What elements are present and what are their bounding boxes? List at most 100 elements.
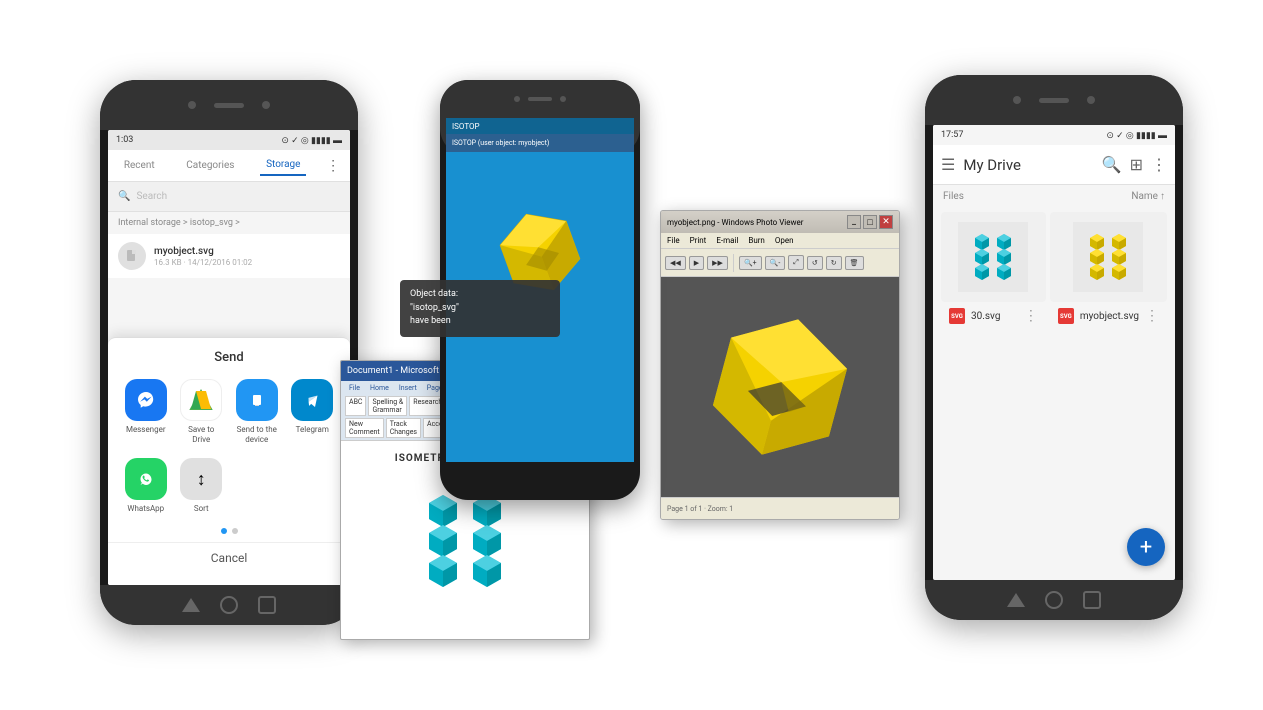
drive-label: Save toDrive (188, 425, 214, 444)
wpv-maximize[interactable]: □ (863, 215, 877, 229)
word-tool-comment[interactable]: NewComment (345, 418, 384, 438)
send-app-drive[interactable]: Save toDrive (180, 379, 222, 444)
file-label-1: 30.svg (971, 311, 1018, 322)
send-app-whatsapp[interactable]: WhatsApp (125, 458, 167, 514)
left-phone-top (100, 80, 358, 130)
files-header: Files Name ↑ (933, 185, 1175, 208)
wpv-menu-burn[interactable]: Burn (748, 236, 765, 245)
wpv-title: myobject.png - Windows Photo Viewer (667, 218, 803, 227)
right-screen: 17:57 ⊙ ✓ ◎ ▮▮▮▮ ▬ ☰ My Drive 🔍 ⊞ ⋮ File… (933, 125, 1175, 580)
sort-label: Sort (194, 504, 209, 514)
sort-icon: ↕ (180, 458, 222, 500)
wpv-titlebar: myobject.png - Windows Photo Viewer _ □ … (661, 211, 899, 233)
sort-header[interactable]: Name ↑ (1131, 191, 1165, 202)
wpv-canvas (661, 277, 899, 497)
send-app-device[interactable]: Send to thedevice (236, 379, 278, 444)
wpv-zoom-in[interactable]: 🔍+ (739, 256, 762, 270)
isotop-title: ISOTOP (user object: myobject) (446, 134, 634, 152)
files-grid: SVG 30.svg ⋮ (933, 208, 1175, 334)
wpv-tool3[interactable]: ▶▶ (707, 256, 728, 270)
messenger-icon (125, 379, 167, 421)
wpv-menu-print[interactable]: Print (690, 236, 707, 245)
word-tab-home[interactable]: Home (366, 383, 393, 394)
right-camera2 (1087, 96, 1095, 104)
send-app-messenger[interactable]: Messenger (125, 379, 167, 444)
right-status-bar: 17:57 ⊙ ✓ ◎ ▮▮▮▮ ▬ (933, 125, 1175, 145)
back-button[interactable] (182, 598, 200, 612)
more-icon[interactable]: ⋮ (326, 158, 340, 174)
file-icon (118, 242, 146, 270)
tab-storage[interactable]: Storage (260, 155, 306, 176)
whatsapp-icon (125, 458, 167, 500)
tab-categories[interactable]: Categories (180, 156, 240, 175)
right-back-button[interactable] (1007, 593, 1025, 607)
home-button[interactable] (220, 596, 238, 614)
more-options-icon[interactable]: ⋮ (1151, 155, 1167, 174)
send-apps-row2: WhatsApp ↕ Sort (108, 458, 350, 514)
right-speaker (1039, 98, 1069, 103)
file-thumb-2[interactable]: SVG myobject.svg ⋮ (1050, 212, 1167, 330)
device-icon (236, 379, 278, 421)
hamburger-icon[interactable]: ☰ (941, 155, 955, 174)
fab-button[interactable]: + (1127, 528, 1165, 566)
whatsapp-label: WhatsApp (127, 504, 164, 514)
breadcrumb: Internal storage > isotop_svg > (108, 212, 350, 234)
right-status-icons: ⊙ ✓ ◎ ▮▮▮▮ ▬ (1106, 130, 1167, 141)
wpv-close[interactable]: ✕ (879, 215, 893, 229)
file-thumb-1[interactable]: SVG 30.svg ⋮ (941, 212, 1046, 330)
send-app-telegram[interactable]: Telegram (291, 379, 333, 444)
drive-title: My Drive (963, 156, 1093, 174)
main-scene: 1:03 ⊙ ✓ ◎ ▮▮▮▮ ▬ Recent Categories Stor… (0, 0, 1263, 710)
wpv-zoom-out[interactable]: 🔍- (765, 256, 786, 270)
mid-phone-top (440, 80, 640, 118)
thumb-30svg (941, 212, 1046, 302)
wpv-rotate-right[interactable]: ↻ (826, 256, 842, 270)
send-app-sort[interactable]: ↕ Sort (180, 458, 222, 514)
wpv-tool2[interactable]: ▶ (689, 256, 704, 270)
wpv-menu-open[interactable]: Open (775, 236, 794, 245)
thumb-myobjectsvg (1050, 212, 1167, 302)
cancel-button[interactable]: Cancel (108, 542, 350, 573)
tab-recent[interactable]: Recent (118, 156, 161, 175)
mid-camera (514, 96, 520, 102)
wpv-delete[interactable]: 🗑 (845, 256, 864, 270)
wpv-tool1[interactable]: ◀◀ (665, 256, 686, 270)
wpv-menu-file[interactable]: File (667, 236, 680, 245)
messenger-label: Messenger (126, 425, 166, 435)
right-recents-button[interactable] (1083, 591, 1101, 609)
drive-icon (180, 379, 222, 421)
right-home-button[interactable] (1045, 591, 1063, 609)
mid-speaker (528, 97, 552, 101)
recents-button[interactable] (258, 596, 276, 614)
dot-active (221, 528, 227, 534)
file-entry-2: SVG myobject.svg ⋮ (1050, 302, 1167, 330)
grid-icon[interactable]: ⊞ (1130, 155, 1143, 174)
mid-camera2 (560, 96, 566, 102)
file-entry-1: SVG 30.svg ⋮ (941, 302, 1046, 330)
wpv-fit[interactable]: ⤢ (788, 255, 804, 270)
left-status-bar: 1:03 ⊙ ✓ ◎ ▮▮▮▮ ▬ (108, 130, 350, 150)
left-search-bar[interactable]: 🔍 Search (108, 182, 350, 212)
wpv-rotate-left[interactable]: ↺ (807, 256, 823, 270)
wpv-minimize[interactable]: _ (847, 215, 861, 229)
wpv-controls: _ □ ✕ (847, 215, 893, 229)
word-tab-file[interactable]: File (345, 383, 364, 394)
wpv-menu: File Print E-mail Burn Open (661, 233, 899, 249)
page-dots (108, 528, 350, 534)
telegram-icon (291, 379, 333, 421)
word-tab-insert[interactable]: Insert (395, 383, 421, 394)
file-info: myobject.svg 16.3 KB · 14/12/2016 01:02 (154, 246, 340, 267)
file-more-1[interactable]: ⋮ (1024, 308, 1038, 324)
left-speaker (214, 103, 244, 108)
isotop-tooltip: Object data:"isotop_svg"have been (400, 280, 560, 337)
search-icon[interactable]: 🔍 (1102, 155, 1122, 174)
wpv-menu-email[interactable]: E-mail (716, 236, 738, 245)
word-tool-track[interactable]: TrackChanges (386, 418, 421, 438)
right-camera (1013, 96, 1021, 104)
file-item[interactable]: myobject.svg 16.3 KB · 14/12/2016 01:02 (108, 234, 350, 278)
send-apps-row1: Messenger Save toDrive Send (108, 379, 350, 444)
word-tool-spelling[interactable]: Spelling &Grammar (368, 396, 407, 416)
word-tool-abc[interactable]: ABC (345, 396, 366, 416)
files-label: Files (943, 191, 964, 202)
file-more-2[interactable]: ⋮ (1145, 308, 1159, 324)
